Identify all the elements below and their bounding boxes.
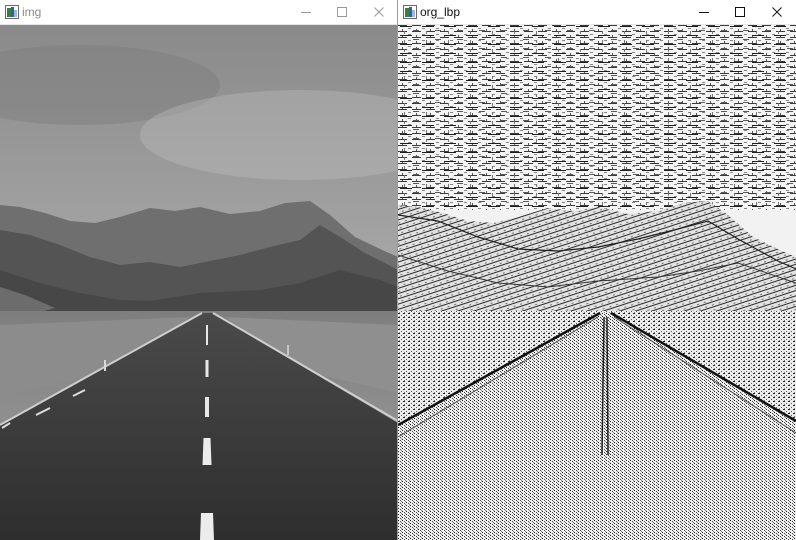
minimize-icon bbox=[699, 12, 709, 13]
close-button[interactable] bbox=[759, 0, 795, 24]
close-icon bbox=[772, 7, 782, 17]
window-title: org_lbp bbox=[420, 5, 461, 19]
close-icon bbox=[374, 7, 384, 17]
grayscale-road-image bbox=[0, 25, 397, 540]
lbp-texture-image bbox=[398, 25, 796, 540]
img-window[interactable]: img bbox=[0, 0, 398, 540]
org-lbp-titlebar[interactable]: org_lbp bbox=[398, 0, 796, 25]
minimize-button[interactable] bbox=[686, 0, 722, 24]
maximize-button[interactable] bbox=[324, 0, 360, 24]
maximize-icon bbox=[735, 7, 745, 17]
minimize-button[interactable] bbox=[288, 0, 324, 24]
app-icon bbox=[403, 5, 417, 19]
window-title: img bbox=[22, 5, 42, 19]
img-titlebar[interactable]: img bbox=[0, 0, 397, 25]
minimize-icon bbox=[301, 12, 311, 13]
app-icon bbox=[5, 5, 19, 19]
maximize-icon bbox=[337, 7, 347, 17]
org-lbp-window[interactable]: org_lbp bbox=[398, 0, 796, 540]
close-button[interactable] bbox=[361, 0, 397, 24]
maximize-button[interactable] bbox=[722, 0, 758, 24]
